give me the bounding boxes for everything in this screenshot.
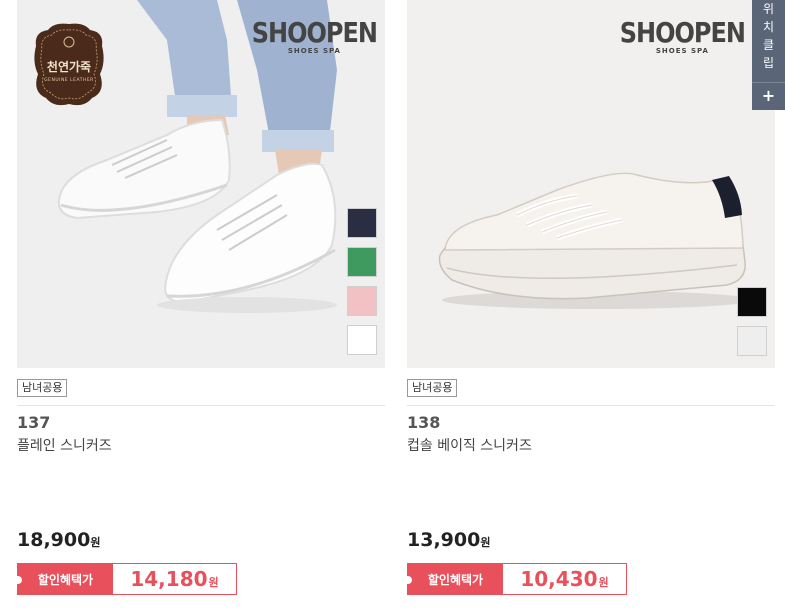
color-swatches — [737, 287, 767, 365]
clip-widget-label: 위 치 클 립 — [762, 2, 775, 70]
product-card-137[interactable]: 천연가죽 GENUINE LEATHER SHOOPEN SHOES SPA 남… — [14, 0, 385, 595]
product-price: 18,900원 — [17, 529, 101, 551]
product-grid: 천연가죽 GENUINE LEATHER SHOOPEN SHOES SPA 남… — [0, 0, 785, 616]
discount-price-box: 할인혜택가 10,430 원 — [404, 563, 627, 595]
sneaker-photo-illustration — [438, 172, 752, 309]
divider — [407, 405, 775, 406]
floating-clip-widget[interactable]: 위 치 클 립 + — [752, 0, 785, 110]
product-name[interactable]: 플레인 스니커즈 — [17, 435, 112, 455]
discount-label: 할인혜택가 — [14, 564, 113, 594]
color-swatches — [347, 208, 377, 364]
product-number: 137 — [17, 413, 51, 432]
badge-text: 천연가죽 — [46, 60, 92, 74]
discount-price: 14,180 원 — [130, 567, 219, 591]
swatch-pink[interactable] — [347, 286, 377, 316]
product-image[interactable]: 천연가죽 GENUINE LEATHER SHOOPEN SHOES SPA — [17, 0, 385, 368]
plus-icon[interactable]: + — [752, 82, 785, 110]
product-number: 138 — [407, 413, 441, 432]
swatch-navy[interactable] — [347, 208, 377, 238]
swatch-black[interactable] — [737, 287, 767, 317]
brand-logo: SHOOPEN SHOES SPA — [251, 16, 378, 55]
product-image[interactable]: SHOOPEN SHOES SPA — [407, 0, 775, 368]
swatch-white[interactable] — [737, 326, 767, 356]
brand-logo: SHOOPEN SHOES SPA — [619, 16, 746, 55]
product-price: 13,900원 — [407, 529, 491, 551]
product-card-138[interactable]: SHOOPEN SHOES SPA 남녀공용 138 컵솔 베이직 스니커즈 1… — [404, 0, 775, 595]
product-name[interactable]: 컵솔 베이직 스니커즈 — [407, 435, 532, 455]
swatch-white[interactable] — [347, 325, 377, 355]
discount-price: 10,430 원 — [520, 567, 609, 591]
discount-label: 할인혜택가 — [404, 564, 503, 594]
unisex-tag: 남녀공용 — [17, 379, 68, 397]
unisex-tag: 남녀공용 — [407, 379, 458, 397]
badge-subtext: GENUINE LEATHER — [44, 78, 94, 83]
discount-price-box: 할인혜택가 14,180 원 — [14, 563, 237, 595]
swatch-green[interactable] — [347, 247, 377, 277]
divider — [17, 405, 385, 406]
